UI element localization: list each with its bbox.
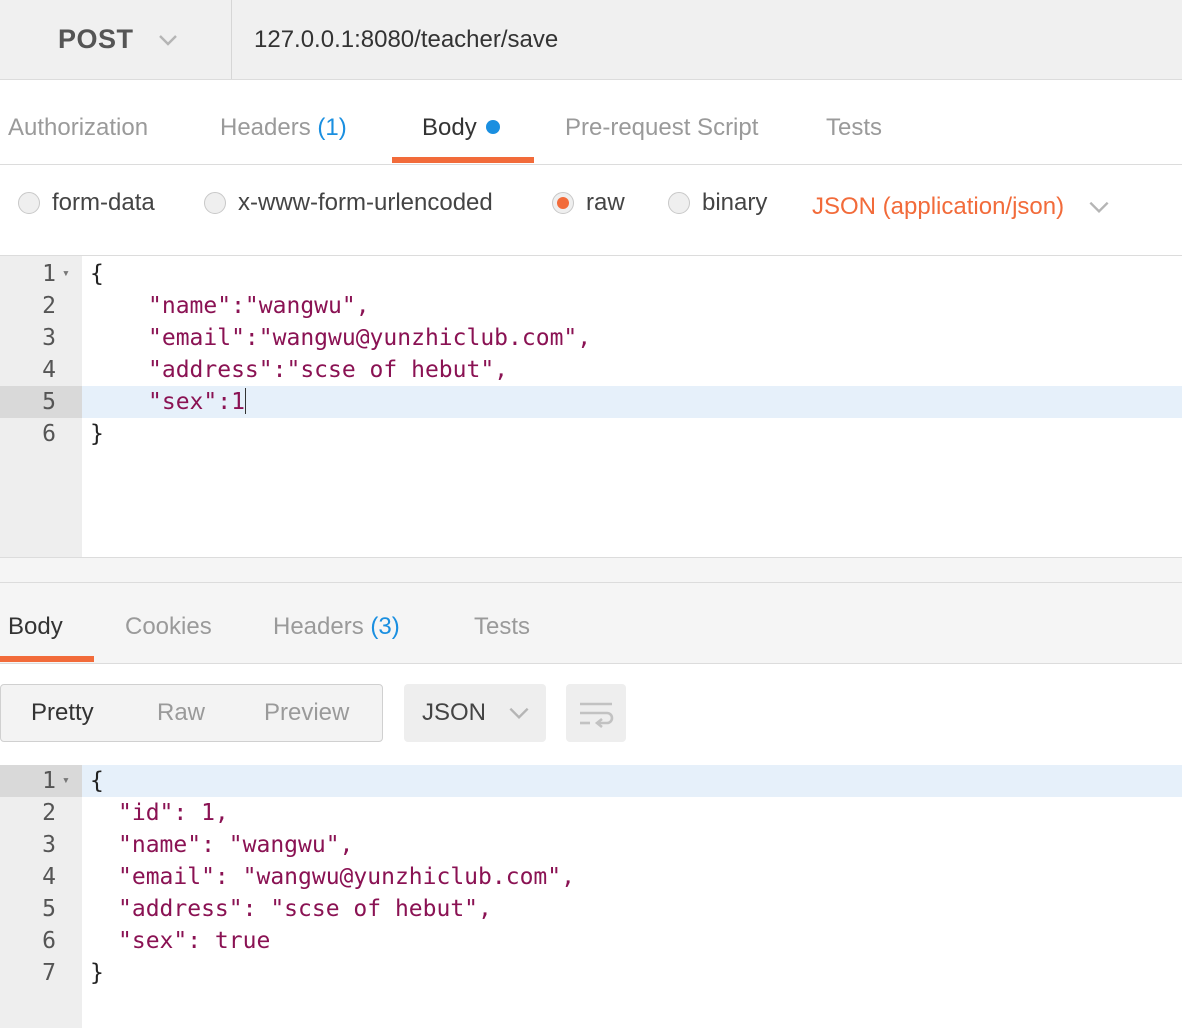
radio-selected-icon: [552, 192, 574, 214]
radio-raw-label: raw: [586, 189, 625, 216]
radio-form-data[interactable]: form-data: [18, 189, 155, 217]
radio-circle-icon: [668, 192, 690, 214]
tab-tests[interactable]: Tests: [826, 114, 882, 142]
code-line: 6 }: [0, 418, 1182, 450]
radio-form-data-label: form-data: [52, 189, 155, 216]
tab-response-headers[interactable]: Headers (3): [273, 613, 400, 641]
url-input[interactable]: [254, 20, 1154, 60]
tab-test-results[interactable]: Tests: [474, 613, 530, 641]
url-bar: POST: [0, 0, 1182, 80]
line-number: 6: [42, 421, 56, 447]
active-tab-indicator: [0, 656, 94, 662]
tab-cookies[interactable]: Cookies: [125, 613, 212, 641]
radio-circle-icon: [18, 192, 40, 214]
code-text: "id": 1,: [118, 800, 229, 826]
method-label: POST: [58, 24, 134, 54]
chevron-down-icon: [158, 34, 177, 46]
code-line: 5 "address": "scse of hebut",: [0, 893, 1182, 925]
radio-binary-label: binary: [702, 189, 768, 216]
line-number: 3: [42, 832, 56, 858]
code-text: "name": "wangwu",: [118, 832, 354, 858]
modified-dot-icon: [485, 119, 500, 134]
code-line: 6 "sex": true: [0, 925, 1182, 957]
code-line: 4 "address":"scse of hebut",: [0, 354, 1182, 386]
code-text: "name":"wangwu",: [148, 293, 370, 319]
response-body-viewer[interactable]: 1 ▾ { 2 "id": 1, 3 "name": "wangwu", 4 "…: [0, 765, 1182, 1028]
code-text: {: [90, 768, 104, 794]
chevron-down-icon: [509, 707, 529, 720]
tab-authorization[interactable]: Authorization: [8, 114, 148, 142]
code-line: 4 "email": "wangwu@yunzhiclub.com",: [0, 861, 1182, 893]
radio-raw[interactable]: raw: [552, 189, 625, 217]
tab-cookies-label: Cookies: [125, 613, 212, 640]
tab-headers-label: Headers: [220, 114, 311, 141]
view-pretty-button[interactable]: Pretty: [31, 699, 94, 727]
line-number: 5: [0, 386, 82, 418]
response-headers-count-badge: (3): [370, 613, 400, 640]
view-preview-button[interactable]: Preview: [264, 699, 349, 727]
text-cursor: [244, 387, 246, 414]
code-text: }: [90, 960, 104, 986]
code-text: {: [90, 261, 104, 287]
view-raw-button[interactable]: Raw: [157, 699, 205, 727]
response-tabs: Body Cookies Headers (3) Tests: [0, 583, 1182, 664]
radio-circle-icon: [204, 192, 226, 214]
tab-tests-label: Tests: [826, 114, 883, 141]
line-number: 4: [42, 864, 56, 890]
fold-arrow-icon[interactable]: ▾: [62, 765, 70, 797]
code-text: "email": "wangwu@yunzhiclub.com",: [118, 864, 575, 890]
line-number: 5: [42, 896, 56, 922]
method-select[interactable]: POST: [0, 0, 232, 79]
code-line: 3 "email":"wangwu@yunzhiclub.com",: [0, 322, 1182, 354]
code-line: 3 "name": "wangwu",: [0, 829, 1182, 861]
tab-response-body-label: Body: [8, 613, 63, 640]
request-tabs: Authorization Headers (1) Body Pre-reque…: [0, 80, 1182, 165]
content-type-dropdown[interactable]: JSON (application/json): [812, 193, 1112, 221]
tab-pre-request-label: Pre-request Script: [565, 114, 759, 141]
code-line: 2 "name":"wangwu",: [0, 290, 1182, 322]
code-line: 2 "id": 1,: [0, 797, 1182, 829]
line-number: 3: [42, 325, 56, 351]
code-line: 7 }: [0, 957, 1182, 989]
active-tab-indicator: [392, 157, 534, 163]
content-type-label: JSON (application/json): [812, 193, 1065, 220]
line-number: 2: [42, 293, 56, 319]
headers-count-badge: (1): [317, 114, 347, 141]
request-body-editor[interactable]: 1 ▾ { 2 "name":"wangwu", 3 "email":"wang…: [0, 256, 1182, 558]
line-number: 2: [42, 800, 56, 826]
code-line: 1 ▾ {: [0, 258, 1182, 290]
radio-binary[interactable]: binary: [668, 189, 767, 217]
tab-test-results-label: Tests: [474, 613, 531, 640]
wrap-lines-button[interactable]: [566, 684, 626, 742]
tab-authorization-label: Authorization: [8, 114, 149, 141]
response-toolbar: Pretty Raw Preview JSON: [0, 664, 1182, 764]
radio-x-www-form-urlencoded[interactable]: x-www-form-urlencoded: [204, 189, 493, 217]
tab-pre-request-script[interactable]: Pre-request Script: [565, 114, 758, 142]
code-text: "address": "scse of hebut",: [118, 896, 492, 922]
line-number: 7: [42, 960, 56, 986]
line-number: 4: [42, 357, 56, 383]
tab-body[interactable]: Body: [422, 114, 500, 142]
code-line-active: 1 ▾ {: [0, 765, 1182, 797]
tab-response-headers-label: Headers: [273, 613, 364, 640]
tab-body-label: Body: [422, 114, 477, 141]
section-divider: [0, 558, 1182, 583]
body-type-selector: form-data x-www-form-urlencoded raw bina…: [0, 165, 1182, 256]
line-number: 6: [42, 928, 56, 954]
fold-arrow-icon[interactable]: ▾: [62, 258, 70, 290]
chevron-down-icon: [1089, 201, 1109, 214]
code-text: "email":"wangwu@yunzhiclub.com",: [148, 325, 592, 351]
response-format-label: JSON: [422, 699, 487, 726]
view-mode-segmented-control: Pretty Raw Preview: [0, 684, 383, 742]
radio-urlencoded-label: x-www-form-urlencoded: [238, 189, 493, 216]
code-line-active: 5 "sex":1: [0, 386, 1182, 418]
code-text: "sex": true: [118, 928, 271, 954]
code-text: "sex":1: [148, 389, 245, 415]
response-format-dropdown[interactable]: JSON: [404, 684, 546, 742]
wrap-lines-icon: [580, 702, 614, 729]
code-text: }: [90, 421, 104, 447]
code-text: "address":"scse of hebut",: [148, 357, 509, 383]
tab-response-body[interactable]: Body: [8, 613, 63, 641]
tab-headers[interactable]: Headers (1): [220, 114, 347, 142]
